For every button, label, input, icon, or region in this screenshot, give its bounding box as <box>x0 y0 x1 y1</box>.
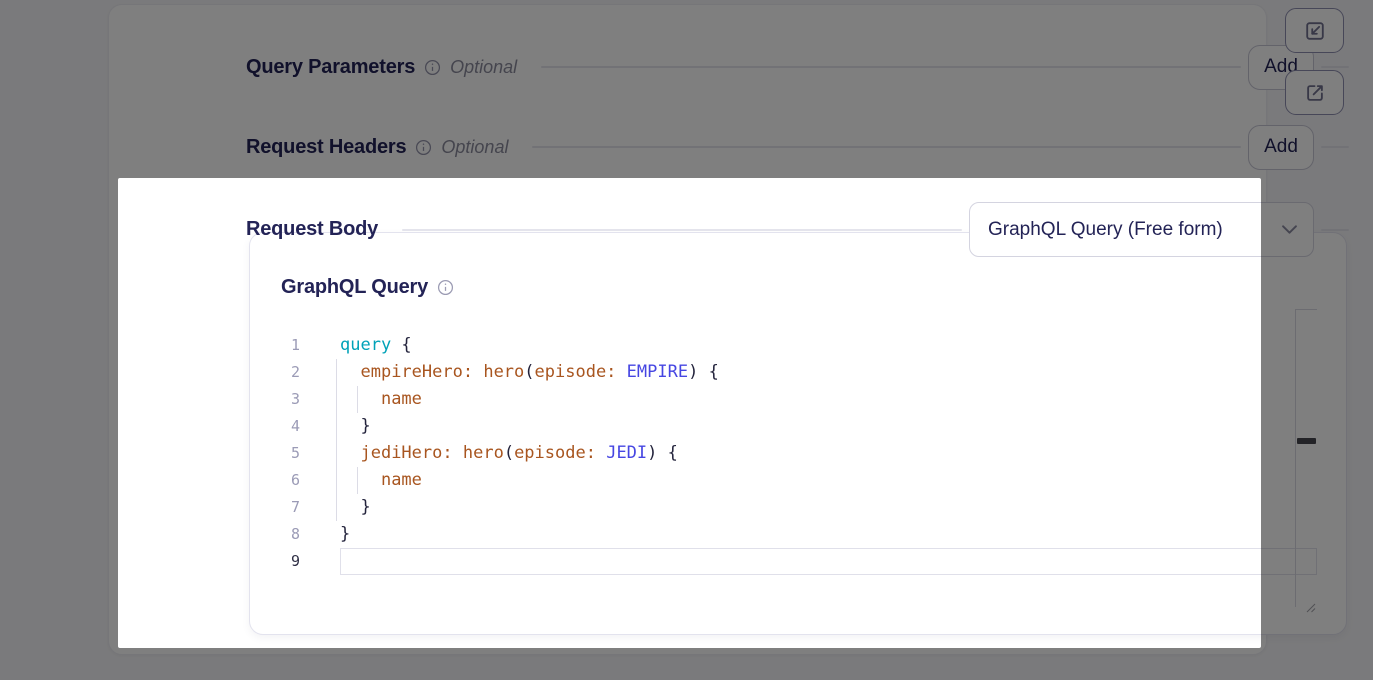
code-line: query { <box>340 332 1317 359</box>
resize-handle-icon[interactable] <box>1304 595 1316 607</box>
optional-label: Optional <box>441 137 508 158</box>
request-form-card: Query Parameters Optional Add Request He… <box>108 4 1267 655</box>
graphql-query-label: GraphQL Query <box>281 276 428 299</box>
open-external-icon <box>1304 82 1326 104</box>
code-lines: query { empireHero: hero(episode: EMPIRE… <box>340 332 1317 575</box>
chevron-down-icon <box>1282 225 1297 234</box>
editor-scrollbar[interactable] <box>1295 309 1317 607</box>
section-request-headers: Request Headers Optional Add <box>246 124 1349 170</box>
code-line: name <box>340 386 1317 413</box>
page: Query Parameters Optional Add Request He… <box>0 0 1373 680</box>
graphql-query-panel: GraphQL Query 123456789 query { empireHe… <box>249 232 1347 635</box>
section-query-parameters: Query Parameters Optional Add <box>246 44 1349 90</box>
code-line: jediHero: hero(episode: JEDI) { <box>340 440 1317 467</box>
divider <box>1321 229 1349 231</box>
line-numbers: 123456789 <box>276 332 300 575</box>
graphql-query-label-row: GraphQL Query <box>281 276 454 299</box>
request-body-label: Request Body <box>246 218 378 241</box>
info-icon <box>437 279 454 296</box>
optional-label: Optional <box>450 57 517 78</box>
insert-into-editor-button[interactable] <box>1285 8 1344 53</box>
code-line: } <box>340 494 1317 521</box>
info-icon <box>424 59 441 76</box>
divider <box>532 146 1241 148</box>
indent-guide <box>336 359 337 521</box>
code-line: } <box>340 413 1317 440</box>
divider <box>1321 146 1349 148</box>
code-line: } <box>340 521 1317 548</box>
divider <box>402 229 962 231</box>
section-request-body: Request Body GraphQL Query (Free form) <box>246 202 1349 257</box>
query-parameters-label: Query Parameters <box>246 56 415 79</box>
editor-scrollbar-thumb[interactable] <box>1297 438 1316 444</box>
code-line <box>340 548 1317 575</box>
divider <box>541 66 1241 68</box>
insert-into-editor-icon <box>1304 20 1326 42</box>
graphql-query-editor[interactable]: 123456789 query { empireHero: hero(episo… <box>276 309 1317 607</box>
code-line: empireHero: hero(episode: EMPIRE) { <box>340 359 1317 386</box>
info-icon <box>415 139 432 156</box>
body-type-select[interactable]: GraphQL Query (Free form) <box>969 202 1314 257</box>
code-line: name <box>340 467 1317 494</box>
open-external-button[interactable] <box>1285 70 1344 115</box>
side-toolbar <box>1285 8 1344 132</box>
body-type-select-value: GraphQL Query (Free form) <box>988 219 1272 241</box>
request-headers-label: Request Headers <box>246 136 406 159</box>
